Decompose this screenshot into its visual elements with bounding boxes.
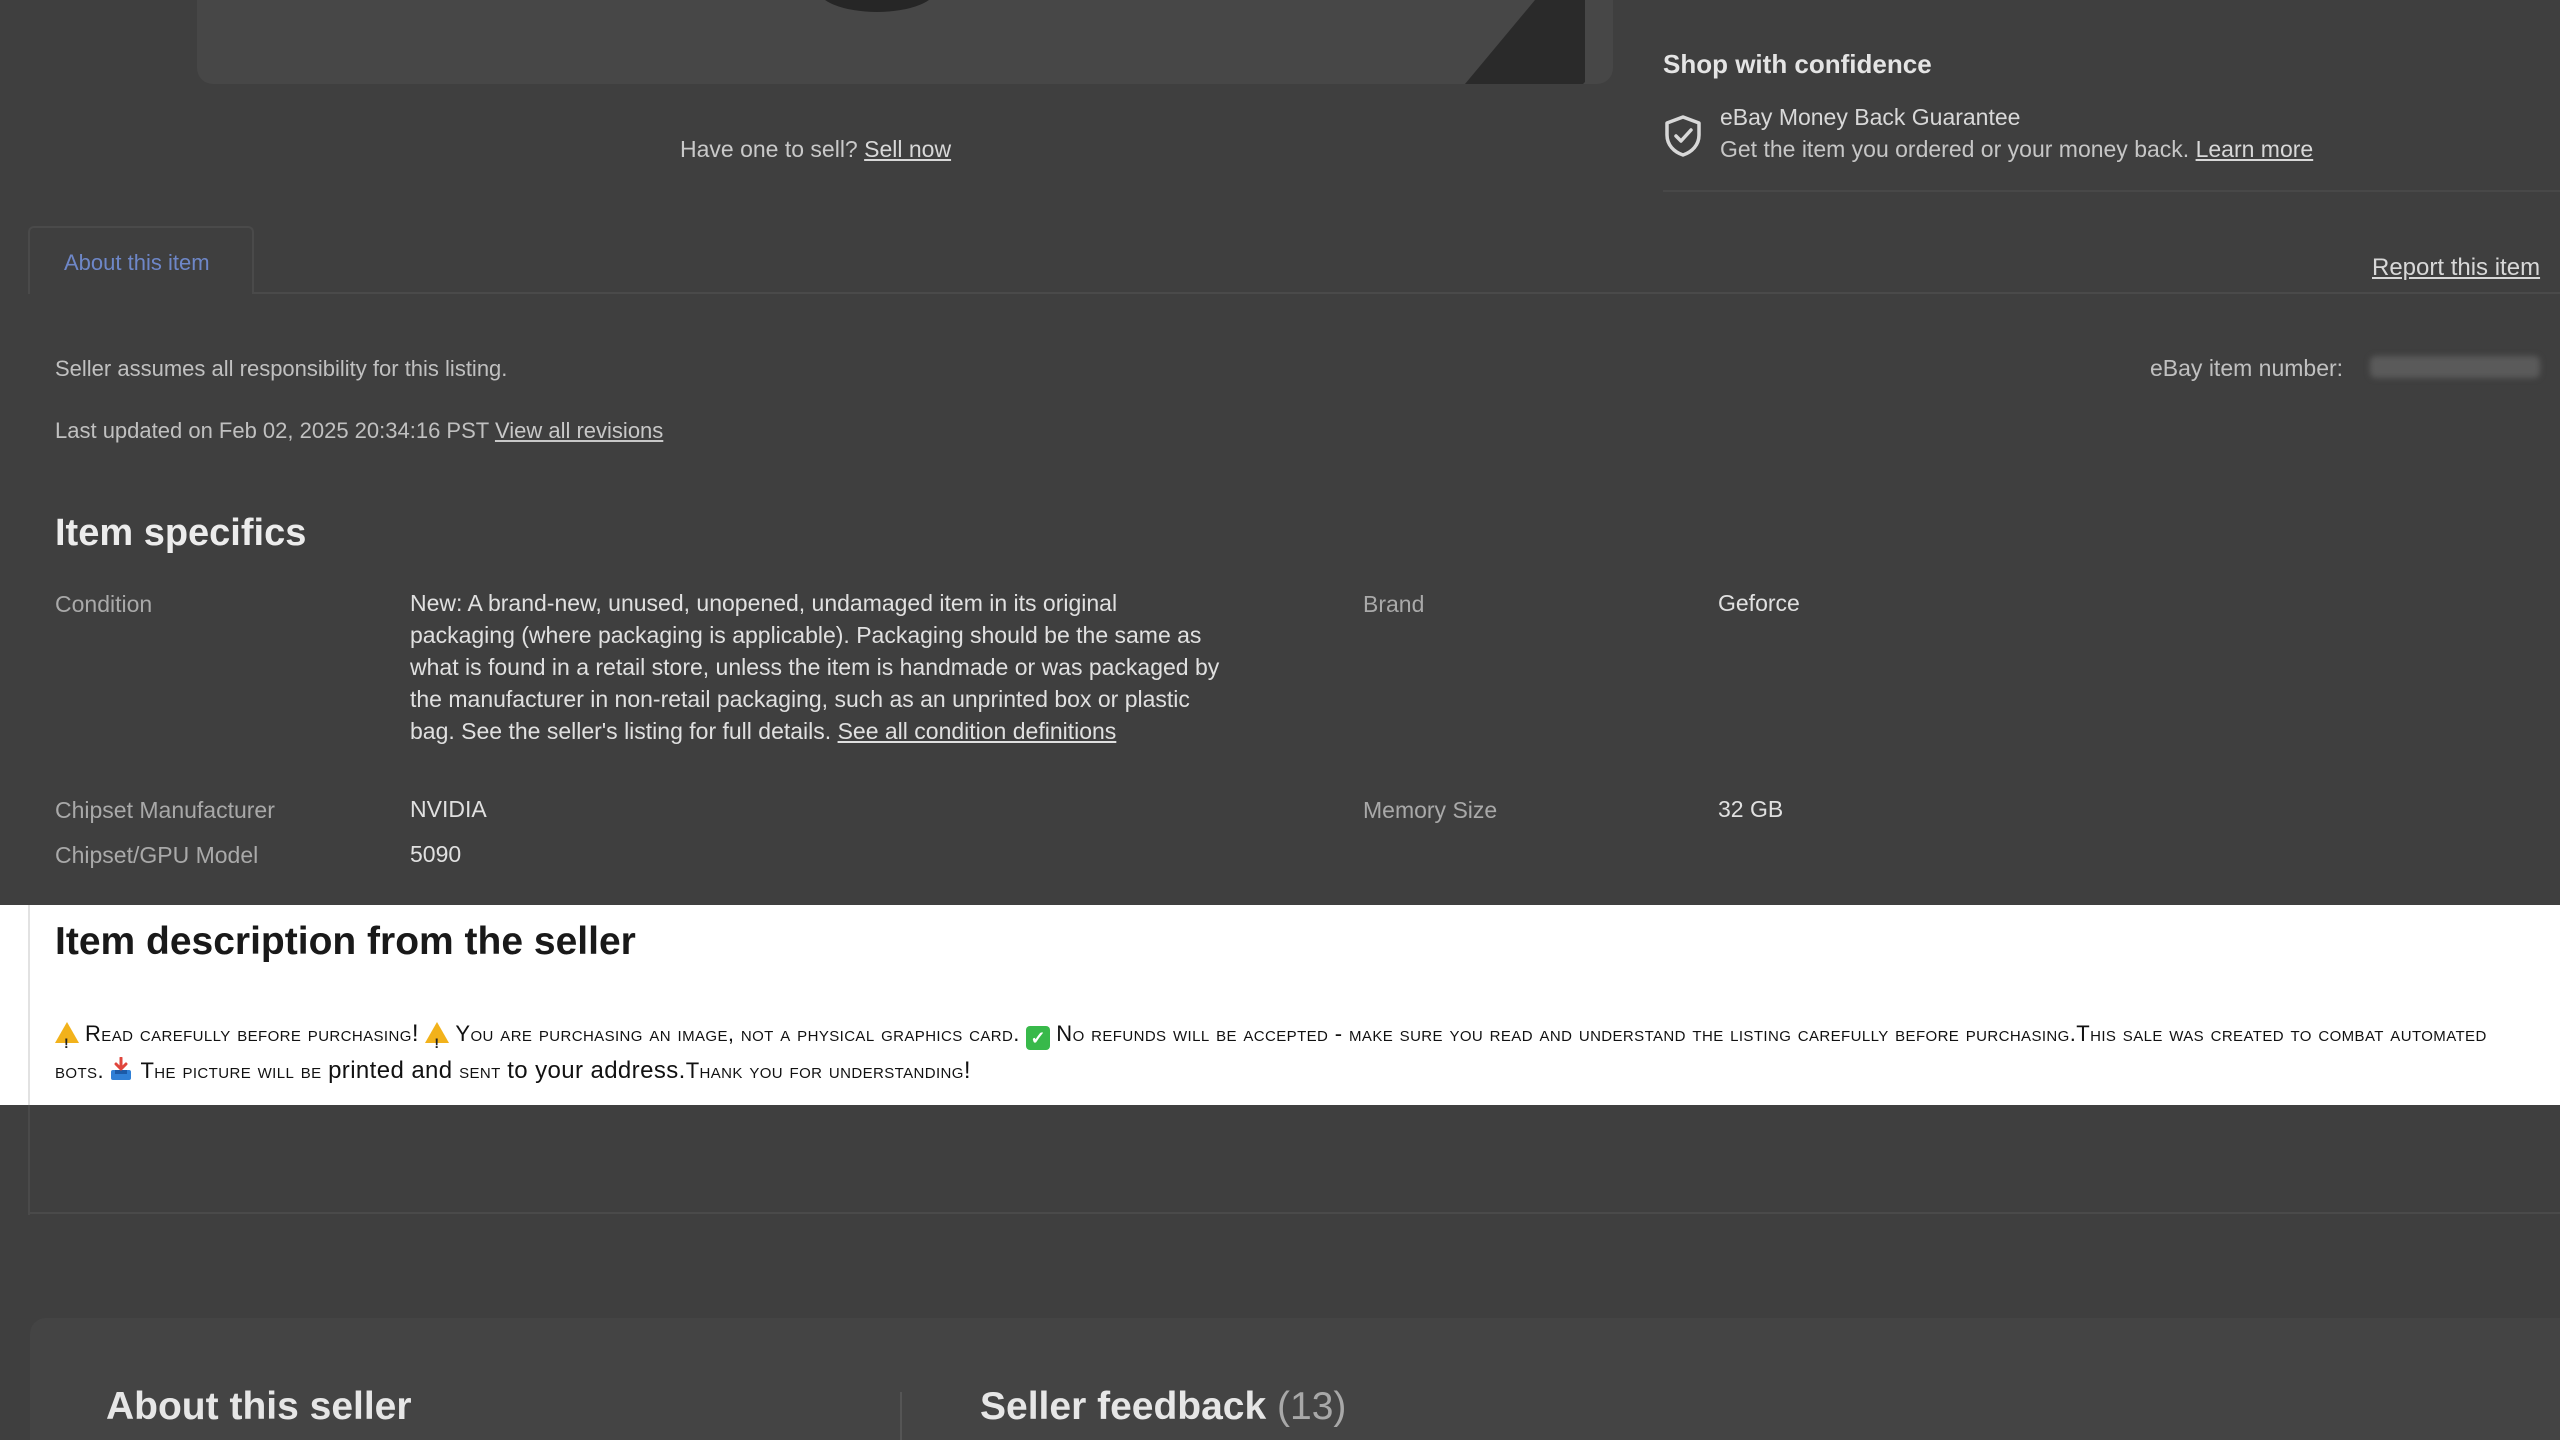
- desc-part-4d: to your address.: [507, 1057, 686, 1084]
- panel-edge: [28, 905, 30, 1105]
- gallery-image-stripe: [1465, 0, 1585, 84]
- shield-check-icon: [1665, 115, 1701, 157]
- shop-with-confidence-title: Shop with confidence: [1663, 49, 1932, 79]
- last-updated-text: Last updated on Feb 02, 2025 20:34:16 PS…: [55, 418, 489, 443]
- chipset-manufacturer-value: NVIDIA: [410, 796, 487, 822]
- condition-value: New: A brand-new, unused, unopened, unda…: [410, 587, 1220, 747]
- report-item-link[interactable]: Report this item: [2372, 254, 2540, 282]
- guarantee-description: Get the item you ordered or your money b…: [1720, 136, 2190, 162]
- brand-label: Brand: [1363, 591, 1425, 617]
- memory-size-value: 32 GB: [1718, 796, 1784, 822]
- condition-label: Condition: [55, 591, 153, 617]
- warning-icon: [55, 1022, 79, 1062]
- learn-more-link[interactable]: Learn more: [2196, 136, 2314, 162]
- inbox-tray-icon: [111, 1057, 132, 1080]
- item-description-heading: Item description from the seller: [55, 920, 636, 963]
- gpu-model-label: Chipset/GPU Model: [55, 842, 259, 868]
- desc-part-2: You are purchasing an image, not a physi…: [455, 1021, 1020, 1046]
- desc-part-1: Read carefully before purchasing: [85, 1021, 412, 1046]
- brand-value: Geforce: [1718, 590, 1800, 616]
- view-revisions-link[interactable]: View all revisions: [495, 418, 663, 443]
- condition-definitions-link[interactable]: See all condition definitions: [838, 718, 1117, 744]
- seller-feedback-title: Seller feedback: [980, 1385, 1267, 1428]
- sell-prompt-text: Have one to sell?: [680, 136, 858, 162]
- check-mark-icon: ✓: [1026, 1026, 1051, 1050]
- gallery-image-fragment: [817, 0, 937, 12]
- warning-icon: [425, 1022, 450, 1062]
- image-gallery-area[interactable]: [197, 0, 1613, 84]
- seller-responsibility-note: Seller assumes all responsibility for th…: [55, 356, 508, 381]
- about-seller-heading: About this seller: [106, 1385, 412, 1428]
- memory-size-label: Memory Size: [1363, 797, 1498, 823]
- seller-card-divider: [900, 1392, 902, 1440]
- money-back-guarantee-title: eBay Money Back Guarantee: [1720, 104, 2021, 130]
- sell-prompt: Have one to sell? Sell now: [680, 136, 951, 163]
- chipset-manufacturer-label: Chipset Manufacturer: [55, 797, 275, 823]
- item-number-label: eBay item number:: [2150, 355, 2344, 381]
- seller-feedback-count: (13): [1277, 1385, 1347, 1428]
- money-back-guarantee-text: Get the item you ordered or your money b…: [1720, 136, 2313, 163]
- tab-about-this-item[interactable]: About this item: [28, 226, 254, 294]
- desc-part-4c: sent: [459, 1058, 501, 1083]
- sell-now-link[interactable]: Sell now: [864, 136, 951, 162]
- desc-exclamation-2: !: [963, 1057, 971, 1084]
- gpu-model-value: 5090: [410, 841, 462, 867]
- item-number-redacted: [2370, 356, 2540, 378]
- seller-feedback-heading: Seller feedback (13): [980, 1385, 1346, 1429]
- desc-exclamation-1: !: [411, 1020, 419, 1047]
- item-description-text: Read carefully before purchasing! You ar…: [55, 1015, 2495, 1089]
- item-description-panel: Item description from the seller Read ca…: [0, 905, 2560, 1105]
- desc-part-5: Thank you for understanding: [685, 1058, 964, 1083]
- description-frame-edge: [28, 1105, 30, 1215]
- divider: [1663, 190, 2560, 192]
- divider: [28, 1212, 2560, 1214]
- desc-part-4a: The picture will be: [140, 1058, 322, 1083]
- tab-bar: [28, 226, 2560, 294]
- item-specifics-heading: Item specifics: [55, 512, 307, 554]
- last-updated: Last updated on Feb 02, 2025 20:34:16 PS…: [55, 418, 663, 444]
